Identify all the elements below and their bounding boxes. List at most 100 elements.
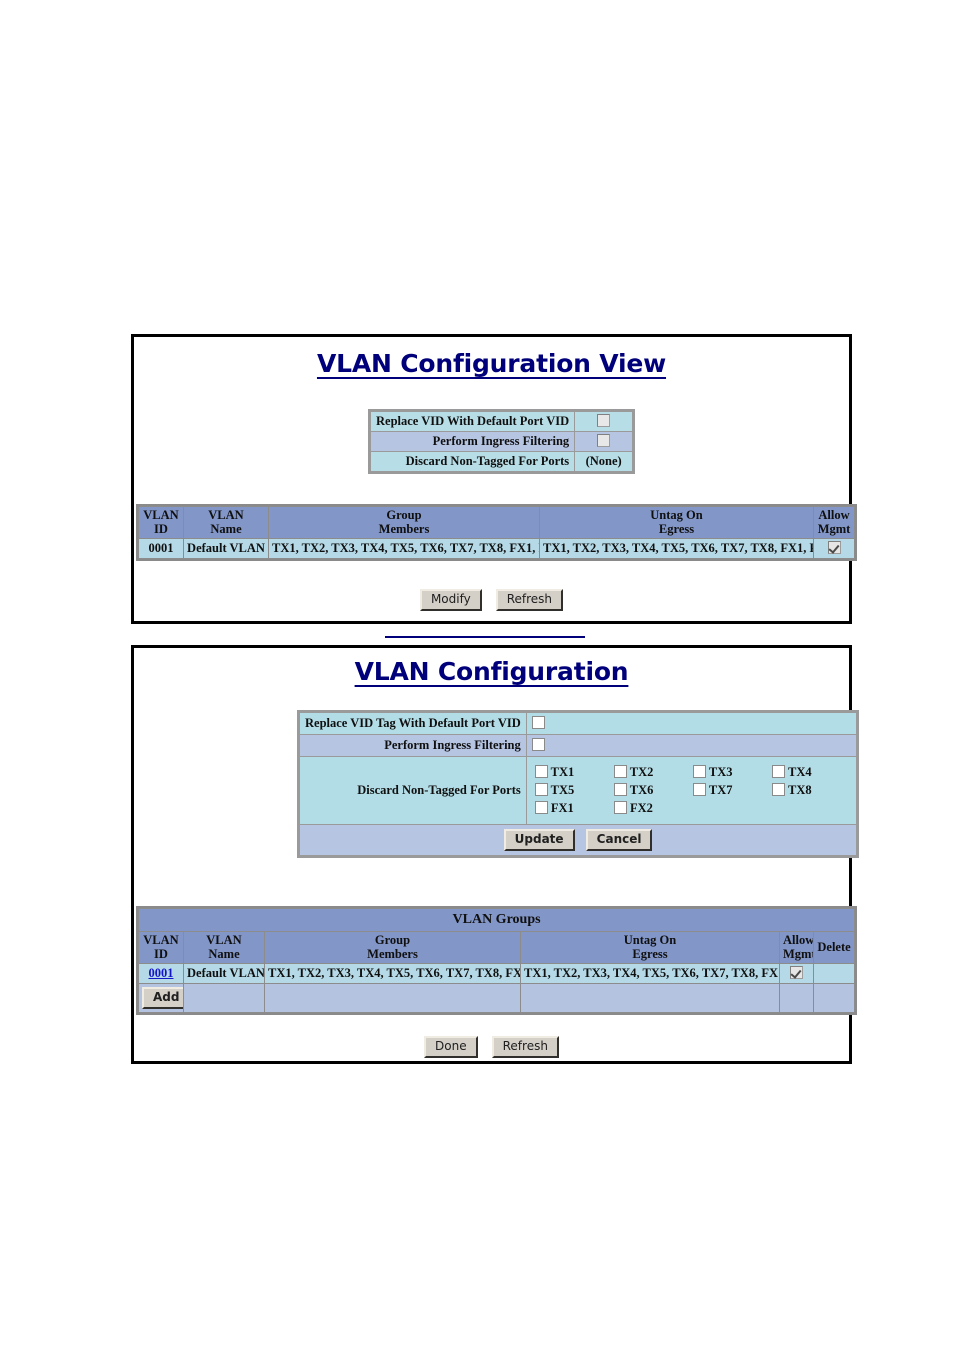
- discard-nontagged-label: Discard Non-Tagged For Ports: [371, 452, 575, 471]
- tx2-checkbox[interactable]: [613, 765, 627, 778]
- refresh-button[interactable]: Refresh: [491, 1036, 559, 1058]
- col-vlan-name-line1: VLAN: [208, 508, 244, 522]
- tx3-checkbox[interactable]: [693, 765, 707, 778]
- port-option-tx5[interactable]: TX5: [534, 783, 611, 798]
- vlan-groups-title: VLAN Groups: [139, 909, 855, 931]
- col-group-members: Group Members: [265, 932, 520, 963]
- col-vlan-name-line2: Name: [210, 521, 242, 536]
- table-header-row: VLAN ID VLAN Name Group Members Untag On…: [139, 932, 855, 963]
- table-header-row: VLAN Groups: [139, 909, 855, 931]
- col-untag-egress-line2: Egress: [632, 946, 668, 961]
- port-option-fx2[interactable]: FX2: [613, 801, 690, 816]
- table-row: Discard Non-Tagged For Ports (None): [371, 452, 633, 471]
- page-title-config: VLAN Configuration: [354, 657, 629, 686]
- table-row: Replace VID Tag With Default Port VID: [300, 713, 857, 734]
- vlan-id-link[interactable]: 0001: [149, 966, 174, 980]
- port-option-tx7[interactable]: TX7: [693, 783, 769, 798]
- cell-delete[interactable]: [814, 964, 855, 983]
- col-vlan-id: VLAN ID: [139, 932, 183, 963]
- modify-button[interactable]: Modify: [419, 589, 482, 611]
- fx2-checkbox[interactable]: [613, 801, 627, 814]
- col-vlan-name-line1: VLAN: [206, 933, 242, 947]
- table-row: Perform Ingress Filtering: [371, 432, 633, 451]
- col-allow-mgmt-line2: Mgmt: [817, 521, 851, 536]
- port-option-tx1[interactable]: TX1: [534, 765, 611, 780]
- replace-vid-checkbox[interactable]: [597, 414, 611, 427]
- vlan-configuration-panel: VLAN Configuration Replace VID Tag With …: [131, 645, 860, 1064]
- fx1-label: FX1: [550, 801, 574, 815]
- tx4-label: TX4: [788, 765, 812, 779]
- cell-vlan-id: 0001: [139, 539, 183, 558]
- tx7-checkbox[interactable]: [693, 783, 707, 796]
- cell-allow-mgmt: [814, 539, 854, 558]
- port-option-tx8[interactable]: TX8: [772, 783, 848, 798]
- table-row: Update Cancel: [300, 825, 857, 855]
- tx5-label: TX5: [550, 783, 575, 797]
- tx6-label: TX6: [629, 783, 654, 797]
- ingress-filtering-cell: [575, 432, 633, 451]
- col-allow-mgmt-line1: Allow: [783, 933, 813, 947]
- col-untag-egress: Untag On Egress: [540, 507, 813, 538]
- update-button[interactable]: Update: [503, 829, 575, 851]
- replace-vid-cell: [575, 412, 633, 431]
- port-option-fx1[interactable]: FX1: [534, 801, 611, 816]
- config-vlan-groups-table: VLAN Groups VLAN ID VLAN Name Group Memb…: [136, 906, 858, 1015]
- table-row: 0001 Default VLAN TX1, TX2, TX3, TX4, TX…: [139, 964, 855, 983]
- tx1-checkbox[interactable]: [534, 765, 548, 778]
- col-group-members-line2: Members: [367, 946, 418, 961]
- config-ingress-filtering-checkbox[interactable]: [531, 738, 545, 751]
- col-allow-mgmt: Allow Mgmt: [814, 507, 854, 538]
- tx5-checkbox[interactable]: [534, 783, 548, 796]
- tx8-checkbox[interactable]: [772, 783, 786, 796]
- cell-add-egress: [521, 984, 779, 1012]
- port-line-3: FX1 FX2: [534, 801, 848, 816]
- col-delete: Delete: [814, 932, 855, 963]
- port-option-tx6[interactable]: TX6: [613, 783, 690, 798]
- ingress-filtering-label: Perform Ingress Filtering: [371, 432, 575, 451]
- config-discard-label: Discard Non-Tagged For Ports: [300, 757, 526, 824]
- port-line-2: TX5 TX6 TX7 TX8: [534, 783, 848, 798]
- table-row: 0001 Default VLAN TX1, TX2, TX3, TX4, TX…: [139, 539, 854, 558]
- cell-add-members: [265, 984, 520, 1012]
- col-group-members-line1: Group: [374, 933, 411, 947]
- col-untag-egress-line1: Untag On: [623, 933, 677, 947]
- fx1-checkbox[interactable]: [534, 801, 548, 814]
- refresh-button[interactable]: Refresh: [495, 589, 564, 611]
- ingress-filtering-checkbox[interactable]: [597, 434, 611, 447]
- table-header-row: VLAN ID VLAN Name Group Members Untag On…: [139, 507, 854, 538]
- col-untag-egress-line1: Untag On: [650, 508, 703, 522]
- config-ingress-filtering-label: Perform Ingress Filtering: [300, 735, 526, 756]
- port-option-tx3[interactable]: TX3: [693, 765, 769, 780]
- add-button[interactable]: Add: [142, 987, 183, 1009]
- tx3-label: TX3: [708, 765, 733, 779]
- col-group-members-line2: Members: [378, 521, 430, 536]
- replace-vid-tag-checkbox[interactable]: [531, 716, 545, 729]
- allow-mgmt-checkbox: [790, 966, 803, 979]
- tx1-label: TX1: [550, 765, 575, 779]
- tx7-label: TX7: [708, 783, 733, 797]
- cell-untag-egress: TX1, TX2, TX3, TX4, TX5, TX6, TX7, TX8, …: [521, 964, 779, 983]
- col-untag-egress-line2: Egress: [658, 521, 695, 536]
- discard-nontagged-value: (None): [575, 452, 633, 471]
- table-row: Replace VID With Default Port VID: [371, 412, 633, 431]
- tx6-checkbox[interactable]: [613, 783, 627, 796]
- done-button[interactable]: Done: [424, 1036, 478, 1058]
- col-vlan-name-line2: Name: [208, 946, 240, 961]
- config-button-row: Done Refresh: [134, 1036, 849, 1058]
- tx4-checkbox[interactable]: [772, 765, 786, 778]
- col-untag-egress: Untag On Egress: [521, 932, 779, 963]
- port-option-tx4[interactable]: TX4: [772, 765, 848, 780]
- col-vlan-id-line1: VLAN: [143, 508, 179, 522]
- view-settings-table: Replace VID With Default Port VID Perfor…: [368, 409, 636, 474]
- replace-vid-tag-cell: [526, 713, 857, 734]
- table-row-add: Add: [139, 984, 855, 1012]
- cell-allow-mgmt: [780, 964, 813, 983]
- table-row: Discard Non-Tagged For Ports TX1 TX2 TX3…: [300, 757, 857, 824]
- cancel-button[interactable]: Cancel: [585, 829, 653, 851]
- cell-vlan-name: Default VLAN: [184, 539, 268, 558]
- config-ingress-filtering-cell: [526, 735, 857, 756]
- config-settings-table: Replace VID Tag With Default Port VID Pe…: [297, 710, 860, 858]
- replace-vid-tag-label: Replace VID Tag With Default Port VID: [300, 713, 526, 734]
- port-option-tx2[interactable]: TX2: [613, 765, 690, 780]
- tx2-label: TX2: [629, 765, 654, 779]
